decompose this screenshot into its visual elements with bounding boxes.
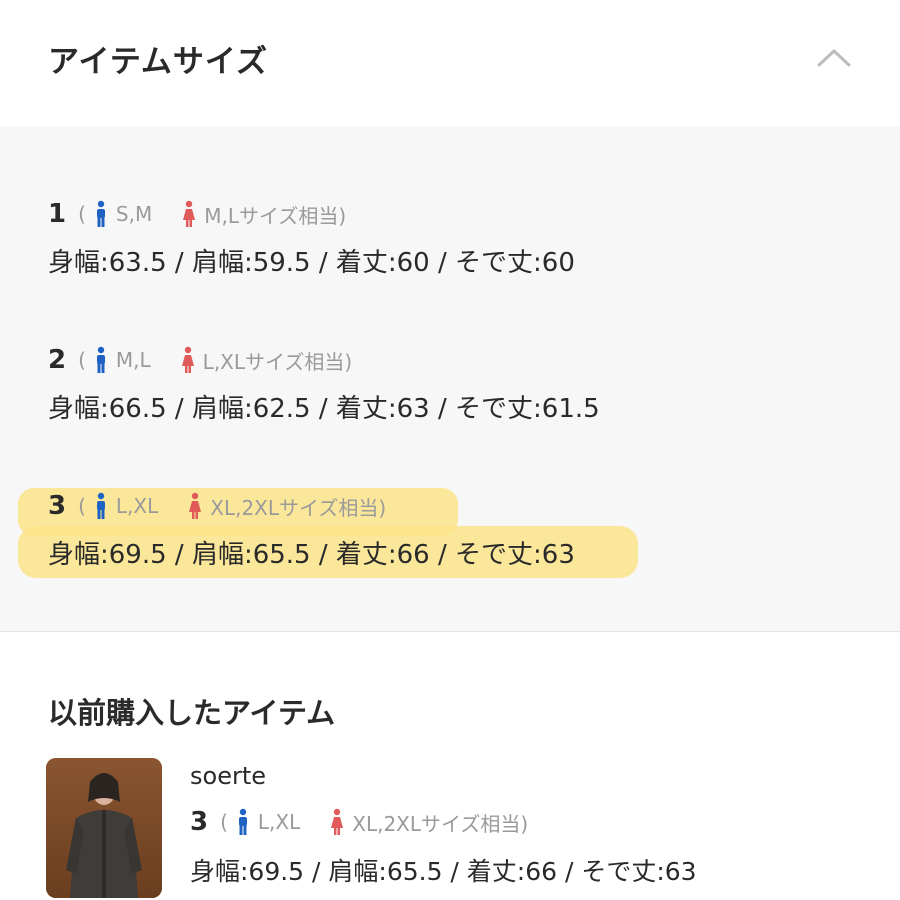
women-size-text: M,Lサイズ相当) — [204, 203, 347, 228]
measurements: 身幅:66.5 / 肩幅:62.5 / 着丈:63 / そで丈:61.5 — [48, 394, 600, 424]
collapse-button[interactable] — [808, 34, 860, 80]
men-size-text: M,L — [115, 348, 151, 372]
item-size-info: 3 ( L,XL XL,2XLサイズ相当) — [190, 804, 528, 840]
product-thumbnail[interactable] — [46, 758, 162, 898]
size-entry: 2 ( M,L L,XLサイズ相当) 身幅:66.5 / 肩幅:62.5 / 着… — [48, 342, 600, 425]
men-icon — [96, 492, 105, 519]
women-icon — [181, 346, 194, 373]
measurements: 身幅:69.5 / 肩幅:65.5 / 着丈:66 / そで丈:63 — [48, 540, 575, 570]
open-paren: ( — [220, 810, 228, 834]
size-number: 3 — [190, 807, 209, 837]
women-size-text: XL,2XLサイズ相当) — [352, 811, 529, 836]
item-brand[interactable]: soerte — [190, 762, 266, 790]
women-size-text: L,XLサイズ相当) — [202, 349, 353, 374]
women-icon — [183, 200, 196, 227]
size-number: 2 — [48, 345, 67, 375]
open-paren: ( — [78, 202, 86, 226]
size-entry: 1 ( S,M M,Lサイズ相当) 身幅:63.5 / 肩幅:59.5 / 着丈… — [48, 196, 575, 279]
measurements: 身幅:63.5 / 肩幅:59.5 / 着丈:60 / そで丈:60 — [48, 248, 575, 278]
women-icon — [189, 492, 202, 519]
men-icon — [96, 200, 105, 227]
men-icon — [238, 808, 247, 835]
men-icon — [96, 346, 105, 373]
size-entry-highlighted: 3 ( L,XL XL,2XLサイズ相当) 身幅:69.5 / 肩幅:65.5 … — [48, 488, 575, 571]
chevron-up-icon — [817, 49, 851, 67]
men-size-text: S,M — [115, 202, 153, 226]
women-icon — [331, 808, 344, 835]
purchase-history-section: 以前購入したアイテム soerte 3 (L,XL XL,2XLサイズ相当) … — [0, 632, 900, 900]
section-title: アイテムサイズ — [48, 44, 268, 80]
women-size-text: XL,2XLサイズ相当) — [210, 495, 387, 520]
product-photo — [46, 758, 162, 898]
size-number: 3 — [48, 491, 67, 521]
history-title: 以前購入したアイテム — [48, 696, 336, 730]
open-paren: ( — [78, 348, 86, 372]
men-size-text: L,XL — [115, 494, 159, 518]
section-header: アイテムサイズ — [0, 0, 900, 126]
open-paren: ( — [78, 494, 86, 518]
men-size-text: L,XL — [257, 810, 301, 834]
size-number: 1 — [48, 199, 67, 229]
measurements: 身幅:69.5 / 肩幅:65.5 / 着丈:66 / そで丈:63 — [190, 857, 697, 886]
